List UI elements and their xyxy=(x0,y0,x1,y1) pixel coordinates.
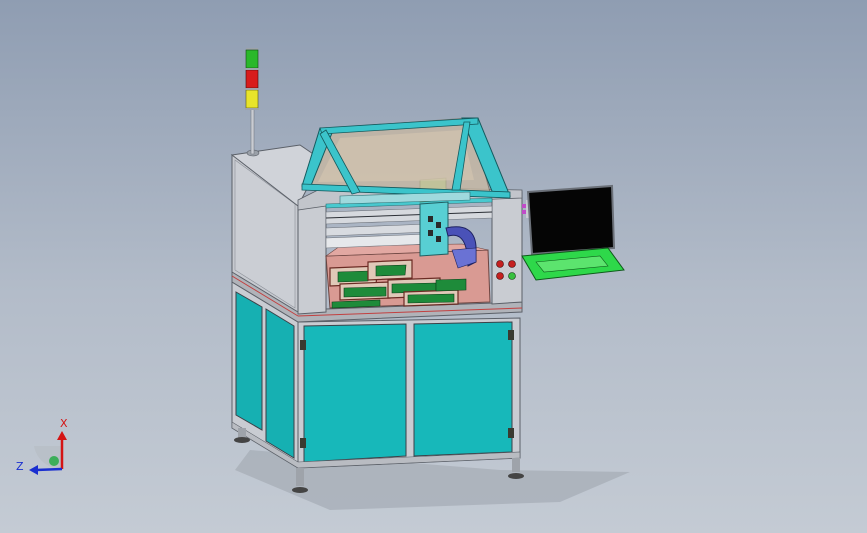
monitor-assembly[interactable] xyxy=(521,184,625,281)
start-button-icon xyxy=(508,272,516,280)
tower-light-green xyxy=(245,49,259,69)
axis-triad: X Z xyxy=(16,417,68,475)
stop-button-icon xyxy=(496,260,504,268)
tower-light-red xyxy=(245,69,259,89)
glass-cover[interactable] xyxy=(301,117,511,205)
hinge-icon xyxy=(300,340,306,350)
signal-tower xyxy=(245,48,259,155)
z-arrow-icon xyxy=(29,465,38,475)
monitor-screen xyxy=(526,184,616,256)
y-axis-icon xyxy=(49,456,59,466)
z-axis-line xyxy=(35,467,63,472)
x-axis-label: X xyxy=(60,417,68,430)
x-arrow-icon xyxy=(57,431,67,440)
z-axis-label: Z xyxy=(16,460,24,473)
tower-light-yellow xyxy=(245,89,259,109)
left-door-panel xyxy=(303,323,407,463)
cad-viewport[interactable]: X Z xyxy=(0,0,867,533)
dispensing-machine[interactable] xyxy=(230,48,625,493)
right-door-panel xyxy=(413,321,513,457)
